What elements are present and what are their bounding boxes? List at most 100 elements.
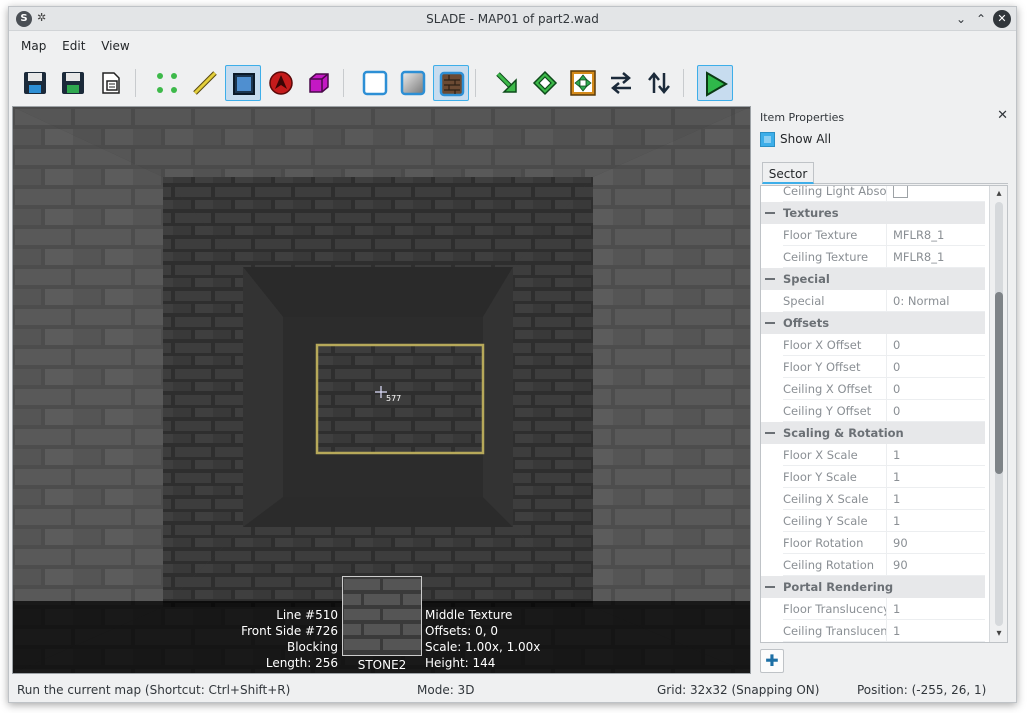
collapse-icon[interactable] xyxy=(765,278,775,280)
3d-mode-button[interactable] xyxy=(301,65,337,101)
collapse-icon[interactable] xyxy=(765,432,775,434)
property-value[interactable]: 0 xyxy=(887,400,985,422)
scroll-thumb[interactable] xyxy=(995,292,1003,474)
lines-mode-button[interactable] xyxy=(187,65,223,101)
minimize-button[interactable]: ⌄ xyxy=(952,10,970,28)
property-category[interactable]: Special xyxy=(761,268,985,290)
close-button[interactable]: ✕ xyxy=(993,10,1011,28)
property-value[interactable]: 1 xyxy=(887,444,985,466)
tab-sector[interactable]: Sector xyxy=(762,162,814,184)
property-row[interactable]: Ceiling Y Offset 0 xyxy=(761,400,985,422)
property-category[interactable]: Portal Rendering xyxy=(761,576,985,598)
grid-move-button[interactable] xyxy=(565,65,601,101)
sectors-mode-icon xyxy=(233,73,255,95)
toolbar-separator xyxy=(683,69,684,97)
property-grid[interactable]: Ceiling Light Absolu Textures Floor Textur… xyxy=(760,185,1008,643)
save-copy-button[interactable] xyxy=(93,65,129,101)
property-value[interactable]: 1 xyxy=(887,466,985,488)
property-name: Floor Y Scale xyxy=(783,466,887,488)
save-button[interactable] xyxy=(17,65,53,101)
show-all-checkbox[interactable]: Show All xyxy=(760,132,831,150)
property-row[interactable]: Ceiling X Offset 0 xyxy=(761,378,985,400)
property-row[interactable]: Floor Y Offset 0 xyxy=(761,356,985,378)
close-icon[interactable]: ✕ xyxy=(997,108,1008,123)
chevron-up-icon: ⌃ xyxy=(975,12,987,26)
property-value[interactable]: 1 xyxy=(887,598,985,620)
maximize-button[interactable]: ⌃ xyxy=(972,10,990,28)
save-as-icon xyxy=(62,72,84,94)
property-row[interactable]: Ceiling X Scale 1 xyxy=(761,488,985,510)
menu-view[interactable]: View xyxy=(101,39,129,53)
property-row[interactable]: Floor Y Scale 1 xyxy=(761,466,985,488)
vertices-mode-button[interactable] xyxy=(149,65,185,101)
property-value[interactable]: 0 xyxy=(887,378,985,400)
panel-header: Item Properties ✕ xyxy=(754,106,1016,126)
texture-info: Middle Texture Offsets: 0, 0 Scale: 1.00… xyxy=(425,607,540,671)
property-row[interactable]: Ceiling Translucency1 xyxy=(761,620,985,642)
texture-part: Middle Texture xyxy=(425,608,513,622)
property-value[interactable]: 90 xyxy=(887,554,985,576)
things-mode-button[interactable] xyxy=(263,65,299,101)
property-row[interactable]: Floor Texture MFLR8_1 xyxy=(761,224,985,246)
property-value[interactable]: 90 xyxy=(887,532,985,554)
flat-textured-button[interactable] xyxy=(433,65,469,101)
save-icon xyxy=(24,72,46,94)
close-icon: ✕ xyxy=(997,12,1007,25)
property-row[interactable]: Floor X Offset 0 xyxy=(761,334,985,356)
property-row[interactable]: Ceiling Rotation 90 xyxy=(761,554,985,576)
diamond-button[interactable] xyxy=(527,65,563,101)
scroll-up-icon[interactable]: ▴ xyxy=(993,188,1005,200)
line-info: Line #510 Front Side #726 Blocking Lengt… xyxy=(241,607,338,671)
property-row[interactable]: Ceiling Light Absolu xyxy=(761,186,985,202)
property-value[interactable]: 1 xyxy=(887,510,985,532)
status-message: Run the current map (Shortcut: Ctrl+Shif… xyxy=(17,683,291,697)
property-value[interactable]: 1 xyxy=(887,620,985,642)
save-as-button[interactable] xyxy=(55,65,91,101)
property-grid-scrollbar[interactable]: ▴ ▾ xyxy=(989,186,1007,642)
grid-move-icon xyxy=(570,70,596,96)
line-number: Line #510 xyxy=(276,608,338,622)
toolbar-separator xyxy=(343,69,344,97)
property-value[interactable]: 0: Normal xyxy=(887,290,985,312)
things-mode-icon xyxy=(269,71,293,95)
menu-map[interactable]: Map xyxy=(21,39,46,53)
property-value[interactable]: 1 xyxy=(887,488,985,510)
property-checkbox[interactable] xyxy=(893,186,908,198)
property-category[interactable]: Scaling & Rotation xyxy=(761,422,985,444)
property-value[interactable]: MFLR8_1 xyxy=(887,246,985,268)
property-row[interactable]: Floor Rotation 90 xyxy=(761,532,985,554)
property-value[interactable]: 0 xyxy=(887,334,985,356)
front-side: Front Side #726 xyxy=(241,624,338,638)
collapse-icon[interactable] xyxy=(765,322,775,324)
property-value[interactable]: MFLR8_1 xyxy=(887,224,985,246)
scroll-down-icon[interactable]: ▾ xyxy=(993,628,1005,640)
property-category[interactable]: Textures xyxy=(761,202,985,224)
flat-untextured-button[interactable] xyxy=(395,65,431,101)
property-category[interactable]: Offsets xyxy=(761,312,985,334)
crosshair-label: 577 xyxy=(386,394,402,403)
property-name: Special xyxy=(783,290,887,312)
property-name: Ceiling Texture xyxy=(783,246,887,268)
collapse-icon[interactable] xyxy=(765,586,775,588)
texture-height: Height: 144 xyxy=(425,656,496,670)
map-3d-viewport[interactable]: 577 Line #510 Front Side #726 Blocking L… xyxy=(12,106,751,674)
arrow-down-right-button[interactable] xyxy=(489,65,525,101)
property-row[interactable]: Floor X Scale 1 xyxy=(761,444,985,466)
menu-edit[interactable]: Edit xyxy=(62,39,85,53)
property-row[interactable]: Ceiling Y Scale 1 xyxy=(761,510,985,532)
sectors-mode-button[interactable] xyxy=(225,65,261,101)
collapse-icon[interactable] xyxy=(765,212,775,214)
flat-none-button[interactable] xyxy=(357,65,393,101)
swap-vertical-button[interactable] xyxy=(641,65,677,101)
title-bar[interactable]: S ✲ SLADE - MAP01 of part2.wad ⌄ ⌃ ✕ xyxy=(9,7,1016,31)
property-name: Floor Rotation xyxy=(783,532,887,554)
swap-horizontal-button[interactable] xyxy=(603,65,639,101)
property-row[interactable]: Floor Translucency 1 xyxy=(761,598,985,620)
add-property-button[interactable]: ✚ xyxy=(760,649,784,673)
run-map-button[interactable] xyxy=(697,65,733,101)
property-row[interactable]: Special 0: Normal xyxy=(761,290,985,312)
arrow-down-right-icon xyxy=(496,72,517,93)
property-row[interactable]: Ceiling Texture MFLR8_1 xyxy=(761,246,985,268)
property-value[interactable]: 0 xyxy=(887,356,985,378)
property-value[interactable] xyxy=(887,186,985,202)
